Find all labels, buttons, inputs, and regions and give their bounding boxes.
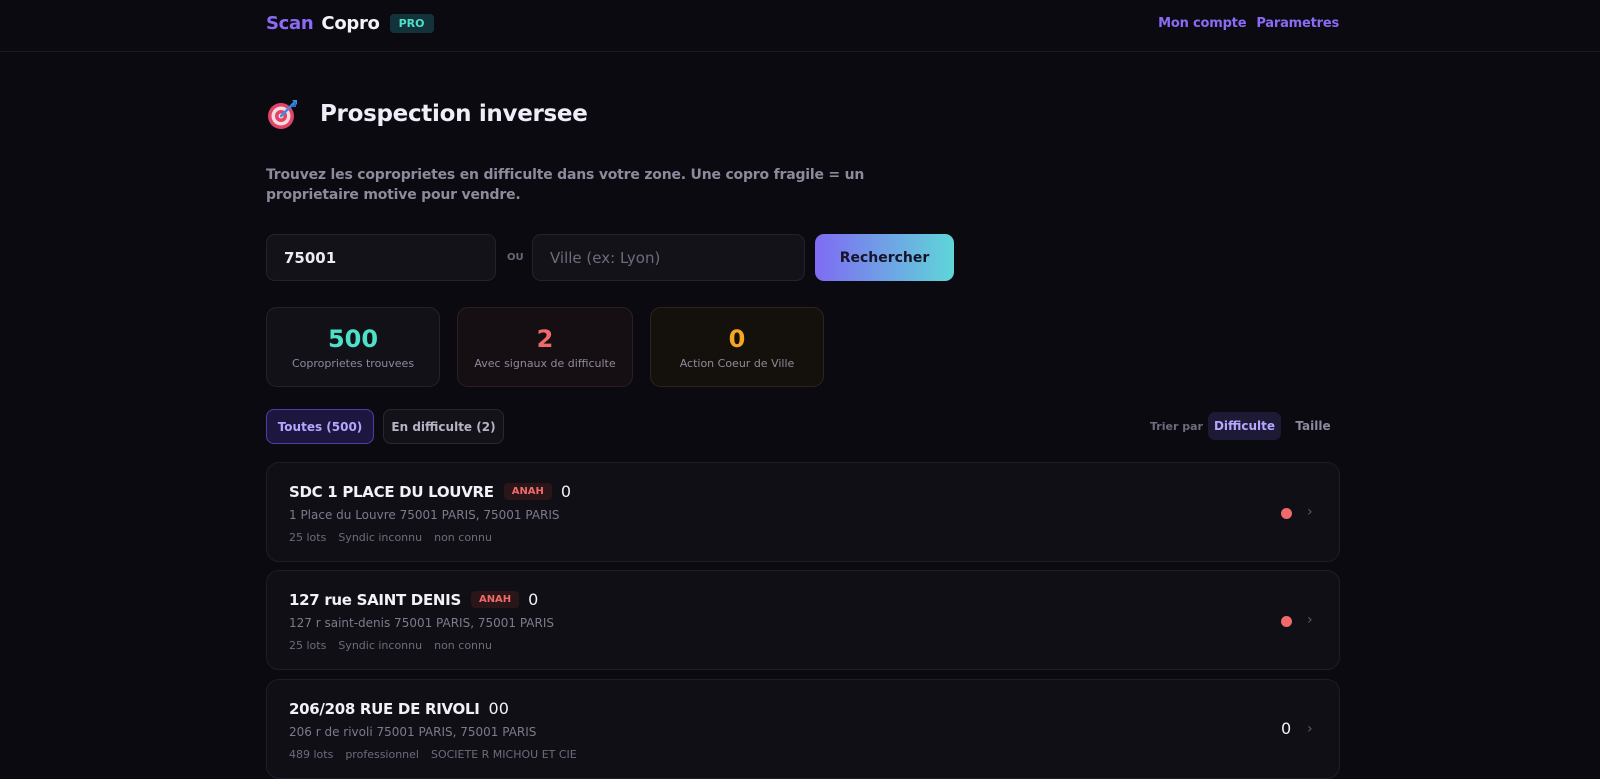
card-address: 1 Place du Louvre 75001 PARIS, 75001 PAR… — [289, 508, 560, 522]
stat-card-difficulty: 2 Avec signaux de difficulte — [457, 307, 633, 387]
filter-all-tab[interactable]: Toutes (500) — [266, 409, 374, 444]
page-header: Prospection inversee — [266, 97, 588, 131]
stat-value: 500 — [327, 324, 379, 353]
result-card[interactable]: 127 rue SAINT DENIS ANAH 0 127 r saint-d… — [266, 570, 1340, 670]
stat-label: Coproprietes trouvees — [291, 356, 415, 370]
card-score: 0 — [1281, 719, 1292, 738]
top-bar: Scan Copro PRO Mon compte Parametres — [0, 0, 1600, 52]
anah-badge: ANAH — [470, 591, 520, 608]
stat-value: 0 — [728, 324, 746, 353]
card-status: non connu — [434, 639, 492, 652]
card-number: 00 — [488, 699, 509, 718]
filter-difficulty-tab[interactable]: En difficulte (2) — [383, 409, 504, 444]
card-number: 0 — [528, 590, 539, 609]
anah-badge: ANAH — [503, 483, 552, 500]
stat-label: Action Coeur de Ville — [679, 356, 795, 370]
card-title-row: 206/208 RUE DE RIVOLI 00 — [289, 699, 509, 718]
stat-card-coeur-de-ville: 0 Action Coeur de Ville — [650, 307, 824, 387]
card-meta: 489 lots professionnel SOCIETE R MICHOU … — [289, 748, 577, 761]
top-nav: Mon compte Parametres — [1158, 16, 1339, 31]
city-input[interactable] — [532, 234, 805, 281]
page-title: Prospection inversee — [320, 101, 588, 127]
card-meta: 25 lots Syndic inconnu non connu — [289, 531, 492, 544]
card-lots: 25 lots — [289, 639, 327, 652]
brand-copro: Copro — [321, 13, 380, 34]
card-syndic: professionnel — [345, 748, 419, 761]
card-title-row: SDC 1 PLACE DU LOUVRE ANAH 0 — [289, 482, 571, 501]
my-account-link[interactable]: Mon compte — [1158, 16, 1246, 31]
result-card[interactable]: SDC 1 PLACE DU LOUVRE ANAH 0 1 Place du … — [266, 462, 1340, 562]
card-lots: 25 lots — [289, 531, 327, 544]
page-subtitle: Trouvez les coproprietes en difficulte d… — [266, 167, 865, 203]
card-syndic: Syndic inconnu — [338, 639, 423, 652]
card-meta: 25 lots Syndic inconnu non connu — [289, 639, 492, 652]
sort-size-button[interactable]: Taille — [1293, 412, 1333, 440]
result-card[interactable]: 206/208 RUE DE RIVOLI 00 206 r de rivoli… — [266, 679, 1340, 779]
chevron-right-icon[interactable]: › — [1307, 612, 1313, 628]
chevron-right-icon[interactable]: › — [1307, 721, 1313, 737]
difficulty-dot-icon — [1281, 616, 1292, 627]
card-title: SDC 1 PLACE DU LOUVRE — [289, 482, 494, 501]
settings-link[interactable]: Parametres — [1256, 16, 1339, 31]
card-number: 0 — [560, 482, 572, 501]
card-status: non connu — [434, 531, 492, 544]
card-title: 127 rue SAINT DENIS — [289, 590, 461, 609]
chevron-right-icon[interactable]: › — [1307, 504, 1313, 520]
brand-scan: Scan — [266, 13, 314, 34]
stat-card-found: 500 Coproprietes trouvees — [266, 307, 440, 387]
postal-code-input[interactable] — [266, 234, 496, 281]
card-lots: 489 lots — [289, 748, 334, 761]
card-address: 206 r de rivoli 75001 PARIS, 75001 PARIS — [289, 725, 537, 739]
sort-difficulty-button[interactable]: Difficulte — [1208, 412, 1281, 440]
stat-value: 2 — [536, 324, 554, 353]
card-status: SOCIETE R MICHOU ET CIE — [430, 748, 577, 761]
search-button[interactable]: Rechercher — [815, 234, 954, 281]
card-title: 206/208 RUE DE RIVOLI — [289, 699, 480, 718]
or-separator: OU — [507, 252, 524, 263]
card-address: 127 r saint-denis 75001 PARIS, 75001 PAR… — [289, 616, 555, 630]
card-syndic: Syndic inconnu — [338, 531, 423, 544]
brand-logo[interactable]: Scan Copro PRO — [266, 13, 434, 34]
difficulty-dot-icon — [1281, 508, 1292, 519]
target-icon — [266, 97, 300, 131]
sort-label: Trier par : — [1150, 420, 1212, 433]
pro-badge: PRO — [389, 14, 434, 33]
stat-label: Avec signaux de difficulte — [474, 356, 616, 370]
card-title-row: 127 rue SAINT DENIS ANAH 0 — [289, 590, 538, 609]
